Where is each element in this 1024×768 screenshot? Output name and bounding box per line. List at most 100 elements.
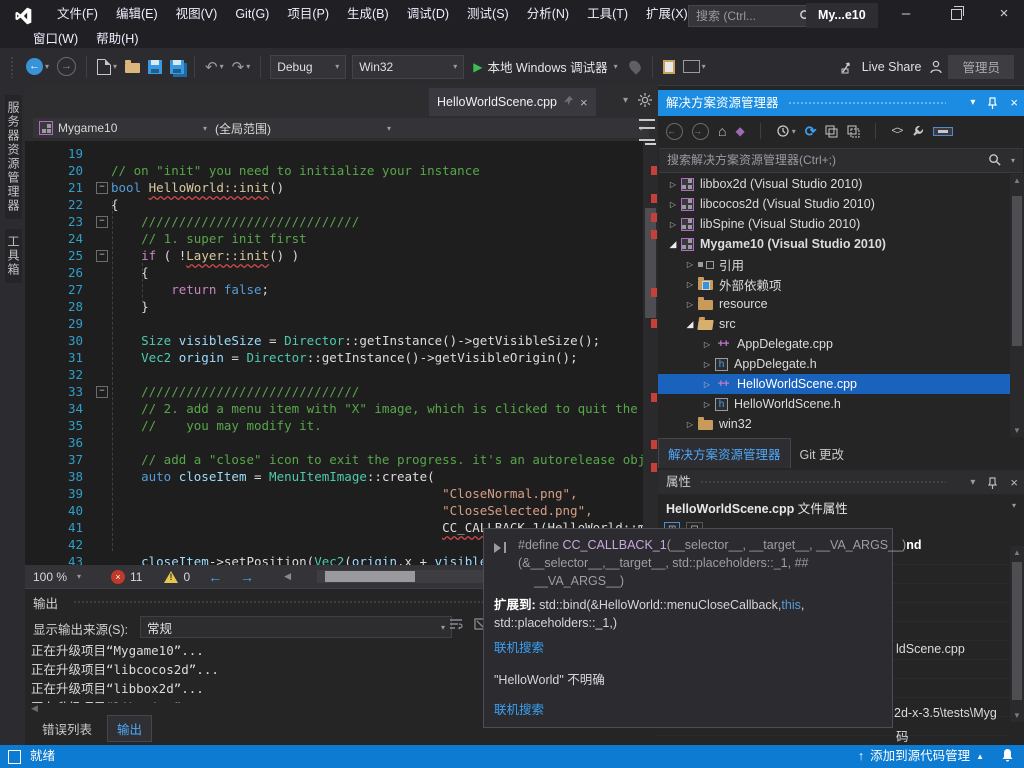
tree-item--[interactable]: ▷外部依赖项	[658, 274, 1010, 294]
se-back-icon[interactable]: ←	[666, 123, 683, 140]
hot-reload-icon[interactable]	[626, 58, 642, 74]
error-count[interactable]: 11	[130, 570, 142, 584]
code-line-37[interactable]: 37// add a "close" icon to exit the prog…	[25, 451, 643, 468]
macro-expand-icon[interactable]	[494, 542, 508, 553]
code-line-32[interactable]: 32	[25, 366, 643, 383]
tree-item-Mygame10-Visual-Studio-2010-[interactable]: ◢Mygame10 (Visual Studio 2010)	[658, 234, 1010, 254]
switch-views-icon[interactable]: ◆	[735, 124, 744, 138]
code-line-31[interactable]: 31Vec2 origin = Director::getInstance()-…	[25, 349, 643, 366]
menu-测试(S)[interactable]: 测试(S)	[458, 0, 518, 29]
scope-dropdown[interactable]: (全局范围)▾	[209, 118, 397, 138]
menu-帮助(H)[interactable]: 帮助(H)	[87, 30, 147, 48]
scrollbar-thumb[interactable]	[1012, 196, 1022, 346]
output-wordwrap-icon[interactable]	[449, 617, 463, 631]
tab-error-list[interactable]: 错误列表	[33, 716, 101, 741]
pin-icon[interactable]	[563, 95, 574, 109]
solution-search-input[interactable]: 搜索解决方案资源管理器(Ctrl+;) ▾	[659, 148, 1023, 173]
solution-platform-dropdown[interactable]: Win32▾	[352, 55, 464, 79]
scrollbar-thumb[interactable]	[645, 208, 656, 318]
code-line-33[interactable]: 33−/////////////////////////////	[25, 383, 643, 400]
properties-header[interactable]: 属性 ▾ ×	[658, 470, 1024, 494]
properties-wrench-icon[interactable]	[911, 125, 924, 138]
show-all-files-icon[interactable]: <>	[891, 125, 902, 137]
menu-调试(D)[interactable]: 调试(D)	[398, 0, 458, 29]
new-project-button[interactable]: ▾	[93, 55, 121, 79]
warning-count[interactable]: 0	[183, 570, 190, 584]
code-line-30[interactable]: 30Size visibleSize = Director::getInstan…	[25, 332, 643, 349]
tree-item--[interactable]: ▷引用	[658, 254, 1010, 274]
code-line-40[interactable]: 40"CloseSelected.png",	[25, 502, 643, 519]
code-line-27[interactable]: 27return false;	[25, 281, 643, 298]
tree-item-libSpine-Visual-Studio-2010-[interactable]: ▷libSpine (Visual Studio 2010)	[658, 214, 1010, 234]
code-line-39[interactable]: 39"CloseNormal.png",	[25, 485, 643, 502]
copy-path-icon[interactable]	[847, 125, 860, 138]
solution-explorer-header[interactable]: 解决方案资源管理器 ▾ ×	[658, 90, 1024, 116]
menu-窗口(W)[interactable]: 窗口(W)	[24, 30, 87, 48]
menu-分析(N)[interactable]: 分析(N)	[518, 0, 578, 29]
menu-生成(B)[interactable]: 生成(B)	[338, 0, 398, 29]
editor-options-gear-icon[interactable]	[638, 93, 652, 107]
zoom-level-dropdown[interactable]: 100 %▾	[33, 570, 97, 584]
output-hscroll-left-icon[interactable]: ◀	[31, 703, 38, 714]
save-all-button[interactable]	[166, 55, 188, 79]
properties-object-selector[interactable]: HelloWorldScene.cpp 文件属性 ▾	[666, 498, 1016, 520]
close-button[interactable]: ×	[986, 0, 1022, 30]
code-line-22[interactable]: 22{	[25, 196, 643, 213]
menu-工具(T)[interactable]: 工具(T)	[578, 0, 637, 29]
pin-icon[interactable]	[987, 477, 998, 489]
quick-search-box[interactable]: 搜索 (Ctrl...	[688, 5, 817, 27]
tab-git-changes[interactable]: Git 更改	[791, 439, 853, 468]
hscrollbar-thumb[interactable]	[325, 571, 415, 582]
notifications-bell-icon[interactable]	[1001, 748, 1014, 768]
online-search-link-2[interactable]: 联机搜索	[494, 701, 544, 719]
navigate-forward-icon[interactable]: →	[240, 569, 254, 585]
code-line-21[interactable]: 21−bool HelloWorld::init()	[25, 179, 643, 196]
fold-marker-icon[interactable]: −	[96, 182, 108, 194]
code-text-area[interactable]: 1920// on "init" you need to initialize …	[25, 141, 643, 565]
redo-button[interactable]: ↷▾	[228, 55, 255, 79]
menu-编辑(E)[interactable]: 编辑(E)	[107, 0, 167, 29]
close-icon[interactable]: ×	[1010, 471, 1018, 495]
code-line-34[interactable]: 34// 2. add a menu item with "X" image, …	[25, 400, 643, 417]
preview-selected-items-icon[interactable]	[933, 127, 953, 136]
menu-视图(V)[interactable]: 视图(V)	[167, 0, 227, 29]
tree-item-AppDelegate.cpp[interactable]: ▷++AppDelegate.cpp	[658, 334, 1010, 354]
add-user-button[interactable]	[925, 55, 948, 79]
refresh-icon[interactable]: ⟳	[805, 123, 817, 140]
window-position-chevron-icon[interactable]: ▾	[970, 90, 975, 116]
code-line-26[interactable]: 26{	[25, 264, 643, 281]
tree-item-win32[interactable]: ▷win32	[658, 414, 1010, 434]
document-tab-helloworldscene[interactable]: HelloWorldScene.cpp ×	[429, 88, 596, 116]
open-file-button[interactable]	[121, 55, 144, 79]
output-source-dropdown[interactable]: 常规▾	[140, 616, 452, 638]
code-line-23[interactable]: 23−/////////////////////////////	[25, 213, 643, 230]
fold-marker-icon[interactable]: −	[96, 386, 108, 398]
undo-button[interactable]: ↶▾	[201, 55, 228, 79]
tab-list-chevron-icon[interactable]: ▾	[623, 95, 628, 106]
tree-item-libbox2d-Visual-Studio-2010-[interactable]: ▷libbox2d (Visual Studio 2010)	[658, 174, 1010, 194]
code-line-19[interactable]: 19	[25, 145, 643, 162]
code-line-29[interactable]: 29	[25, 315, 643, 332]
search-options-chevron-icon[interactable]: ▾	[1011, 149, 1015, 172]
tree-item-libcocos2d-Visual-Studio-2010-[interactable]: ▷libcocos2d (Visual Studio 2010)	[658, 194, 1010, 214]
window-position-chevron-icon[interactable]: ▾	[970, 471, 975, 495]
solution-tree-scrollbar[interactable]: ▲ ▼	[1010, 174, 1024, 437]
restore-button[interactable]	[938, 0, 974, 30]
toolbar-grip[interactable]	[10, 56, 14, 78]
save-button[interactable]	[144, 55, 166, 79]
properties-scrollbar[interactable]: ▲ ▼	[1010, 546, 1024, 722]
tree-item-src[interactable]: ◢src	[658, 314, 1010, 334]
pin-icon[interactable]	[987, 97, 998, 109]
split-window-icon[interactable]	[639, 119, 655, 141]
home-icon[interactable]: ⌂	[718, 123, 726, 139]
collapse-all-icon[interactable]	[825, 125, 838, 138]
scrollbar-thumb[interactable]	[1012, 562, 1022, 700]
menu-文件(F)[interactable]: 文件(F)	[48, 0, 107, 29]
editor-vertical-scrollbar[interactable]	[643, 141, 658, 565]
tree-item-resource[interactable]: ▷resource	[658, 294, 1010, 314]
live-share-button[interactable]: Live Share	[837, 55, 926, 79]
code-line-25[interactable]: 25−if ( !Layer::init() )	[25, 247, 643, 264]
code-line-35[interactable]: 35// you may modify it.	[25, 417, 643, 434]
code-line-20[interactable]: 20// on "init" you need to initialize yo…	[25, 162, 643, 179]
tree-item-AppDelegate.h[interactable]: ▷hAppDelegate.h	[658, 354, 1010, 374]
